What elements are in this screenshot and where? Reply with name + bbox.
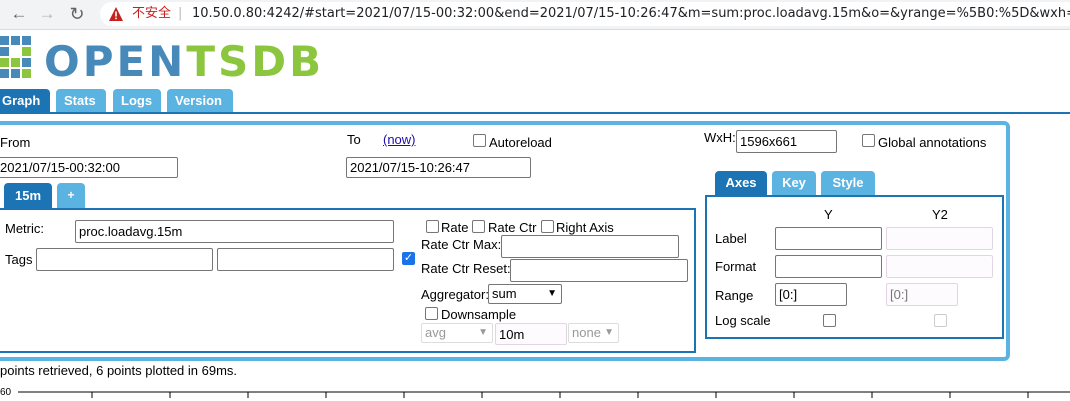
y-axis-header: Y bbox=[824, 207, 833, 222]
downsample-label: Downsample bbox=[441, 307, 517, 322]
rate-checkbox[interactable] bbox=[426, 220, 439, 233]
rate-ctr-reset-input[interactable] bbox=[510, 259, 688, 282]
logscale-row-label: Log scale bbox=[715, 313, 771, 328]
warning-icon bbox=[109, 7, 123, 21]
address-bar[interactable]: 不安全 | 10.50.0.80:4242/#start=2021/07/15-… bbox=[100, 2, 1070, 26]
aggregator-select[interactable]: sum ▼ bbox=[488, 284, 562, 304]
global-annotations-checkbox[interactable] bbox=[862, 134, 875, 147]
from-label: From bbox=[0, 135, 31, 150]
rate-ctr-checkbox[interactable] bbox=[472, 220, 485, 233]
url-separator: | bbox=[178, 6, 183, 21]
y2-label-input[interactable] bbox=[886, 227, 993, 250]
wxh-input[interactable] bbox=[736, 130, 837, 153]
rate-label: Rate bbox=[441, 220, 469, 235]
range-row-label: Range bbox=[715, 288, 754, 303]
tag-key-input[interactable] bbox=[36, 248, 213, 271]
y2-format-input[interactable] bbox=[886, 255, 993, 278]
opentsdb-logo-icon bbox=[0, 36, 31, 78]
y-range-input[interactable] bbox=[775, 283, 847, 306]
global-annotations-label: Global annotations bbox=[878, 135, 987, 150]
metric-label: Metric: bbox=[5, 221, 44, 236]
label-row-label: Label bbox=[715, 231, 747, 246]
url-text[interactable]: 10.50.0.80:4242/#start=2021/07/15-00:32:… bbox=[192, 2, 1070, 26]
rate-ctr-max-label: Rate Ctr Max: bbox=[421, 237, 502, 252]
format-row-label: Format bbox=[715, 259, 757, 274]
tab-style[interactable]: Style bbox=[821, 171, 875, 195]
rate-ctr-reset-label: Rate Ctr Reset: bbox=[421, 261, 511, 276]
tag-groupby-checkbox[interactable]: ✓ bbox=[402, 252, 415, 265]
metric-tab-15m[interactable]: 15m bbox=[4, 183, 52, 208]
y-format-input[interactable] bbox=[775, 255, 882, 278]
browser-toolbar: ← → ↻ 不安全 | 10.50.0.80:4242/#start=2021/… bbox=[0, 0, 1070, 30]
aggregator-label: Aggregator: bbox=[421, 287, 489, 302]
chevron-down-icon: ▼ bbox=[604, 327, 614, 338]
downsample-function-select[interactable]: avg ▼ bbox=[421, 323, 493, 343]
y2-axis-header: Y2 bbox=[932, 207, 948, 222]
tab-version[interactable]: Version bbox=[167, 89, 233, 112]
y-tick-label: 60 bbox=[0, 387, 12, 398]
right-axis-checkbox[interactable] bbox=[541, 220, 554, 233]
y2-logscale-checkbox[interactable] bbox=[934, 314, 947, 327]
tab-key[interactable]: Key bbox=[772, 171, 816, 195]
tab-logs[interactable]: Logs bbox=[113, 89, 161, 112]
chevron-down-icon: ▼ bbox=[478, 327, 488, 338]
back-arrow-icon[interactable]: ← bbox=[8, 3, 30, 25]
tag-value-input[interactable] bbox=[217, 248, 394, 271]
tab-axes[interactable]: Axes bbox=[715, 171, 767, 195]
tab-graph[interactable]: Graph bbox=[0, 89, 50, 112]
to-label: To bbox=[347, 132, 361, 147]
downsample-interval-input[interactable] bbox=[495, 323, 567, 345]
to-input[interactable] bbox=[346, 157, 531, 178]
metric-input[interactable] bbox=[75, 220, 394, 243]
downsample-fill-select[interactable]: none ▼ bbox=[568, 323, 619, 343]
tab-underline bbox=[0, 112, 1070, 114]
insecure-label: 不安全 bbox=[132, 6, 172, 21]
wxh-label: WxH: bbox=[704, 130, 736, 145]
now-link[interactable]: (now) bbox=[383, 132, 416, 147]
opentsdb-logo: OPENTSDB bbox=[44, 37, 325, 86]
chevron-down-icon: ▼ bbox=[547, 288, 557, 299]
chart-area: 60 bbox=[0, 387, 1070, 398]
tags-label: Tags bbox=[5, 252, 33, 267]
add-metric-tab[interactable]: + bbox=[57, 183, 85, 208]
y-label-input[interactable] bbox=[775, 227, 882, 250]
status-text: points retrieved, 6 points plotted in 69… bbox=[0, 363, 238, 378]
reload-icon[interactable]: ↻ bbox=[66, 3, 88, 25]
rate-ctr-max-input[interactable] bbox=[501, 235, 679, 258]
tab-stats[interactable]: Stats bbox=[56, 89, 106, 112]
from-input[interactable] bbox=[0, 157, 178, 178]
rate-ctr-label: Rate Ctr bbox=[488, 220, 537, 235]
y-logscale-checkbox[interactable] bbox=[823, 314, 836, 327]
forward-arrow-icon[interactable]: → bbox=[36, 3, 58, 25]
autoreload-label: Autoreload bbox=[489, 135, 552, 150]
autoreload-checkbox[interactable] bbox=[473, 134, 486, 147]
y2-range-input[interactable] bbox=[886, 283, 958, 306]
downsample-checkbox[interactable] bbox=[425, 307, 438, 320]
right-axis-label: Right Axis bbox=[556, 220, 614, 235]
